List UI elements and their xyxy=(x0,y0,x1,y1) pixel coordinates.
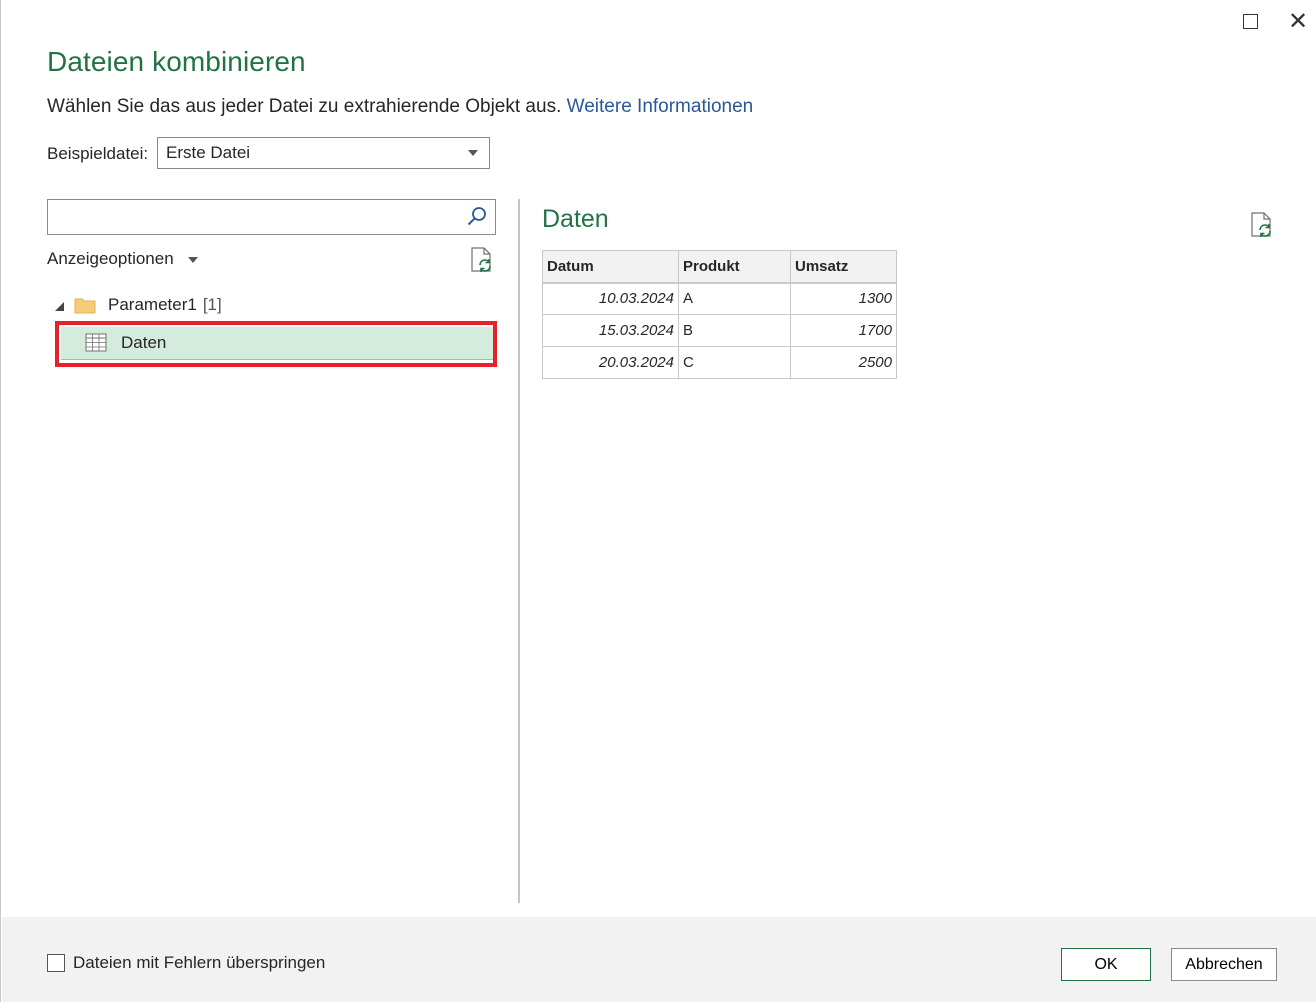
refresh-document-icon[interactable] xyxy=(1249,211,1275,239)
tree-item-daten[interactable]: Daten xyxy=(61,327,493,360)
close-button[interactable]: ✕ xyxy=(1280,6,1316,36)
table-row: 15.03.2024 B 1700 xyxy=(542,314,897,347)
search-icon[interactable] xyxy=(465,205,489,229)
tree-folder-parameter1[interactable]: Parameter1 [1] xyxy=(55,292,222,318)
table-cell: B xyxy=(678,314,791,347)
column-header: Produkt xyxy=(678,250,791,284)
expand-arrow-icon[interactable] xyxy=(55,301,64,311)
table-icon xyxy=(85,333,107,352)
sample-file-label: Beispieldatei: xyxy=(47,144,149,163)
skip-errors-label[interactable]: Dateien mit Fehlern überspringen xyxy=(73,953,325,973)
table-header-row: Datum Produkt Umsatz xyxy=(542,250,897,284)
close-icon: ✕ xyxy=(1287,7,1309,35)
table-row: 20.03.2024 C 2500 xyxy=(542,346,897,379)
refresh-document-icon[interactable] xyxy=(469,246,495,274)
tree-item-label: Daten xyxy=(121,333,167,352)
sample-file-dropdown[interactable]: Erste Datei xyxy=(157,137,490,169)
table-cell: 1300 xyxy=(790,282,897,315)
chevron-down-icon xyxy=(468,150,478,156)
preview-title: Daten xyxy=(542,205,609,233)
cancel-button[interactable]: Abbrechen xyxy=(1171,948,1277,981)
folder-count: [1] xyxy=(202,295,222,314)
dialog-title: Dateien kombinieren xyxy=(47,46,306,77)
table-cell: 10.03.2024 xyxy=(542,282,679,315)
preview-table: Datum Produkt Umsatz 10.03.2024 A 1300 1… xyxy=(542,250,897,379)
sample-file-selected: Erste Datei xyxy=(166,143,251,162)
folder-icon xyxy=(74,298,96,314)
display-options-label: Anzeigeoptionen xyxy=(47,249,174,268)
table-cell: A xyxy=(678,282,791,315)
maximize-button[interactable] xyxy=(1232,6,1268,36)
subtitle-text: Wählen Sie das aus jeder Datei zu extrah… xyxy=(47,96,562,117)
ok-button[interactable]: OK xyxy=(1061,948,1151,981)
search-input[interactable] xyxy=(47,199,496,235)
more-info-link[interactable]: Weitere Informationen xyxy=(567,96,754,117)
pane-splitter[interactable] xyxy=(518,199,520,903)
table-cell: 1700 xyxy=(790,314,897,347)
skip-errors-checkbox[interactable] xyxy=(47,954,65,972)
chevron-down-icon xyxy=(187,257,198,263)
dialog-subtitle: Wählen Sie das aus jeder Datei zu extrah… xyxy=(47,96,753,118)
table-row: 10.03.2024 A 1300 xyxy=(542,282,897,315)
table-cell: C xyxy=(678,346,791,379)
combine-files-dialog: ✕ Dateien kombinieren Wählen Sie das aus… xyxy=(0,0,1316,1002)
table-cell: 2500 xyxy=(790,346,897,379)
display-options-dropdown[interactable]: Anzeigeoptionen xyxy=(47,249,198,269)
folder-name: Parameter1 xyxy=(108,295,197,314)
maximize-icon xyxy=(1242,13,1258,29)
table-cell: 15.03.2024 xyxy=(542,314,679,347)
column-header: Datum xyxy=(542,250,679,284)
column-header: Umsatz xyxy=(790,250,897,284)
table-cell: 20.03.2024 xyxy=(542,346,679,379)
